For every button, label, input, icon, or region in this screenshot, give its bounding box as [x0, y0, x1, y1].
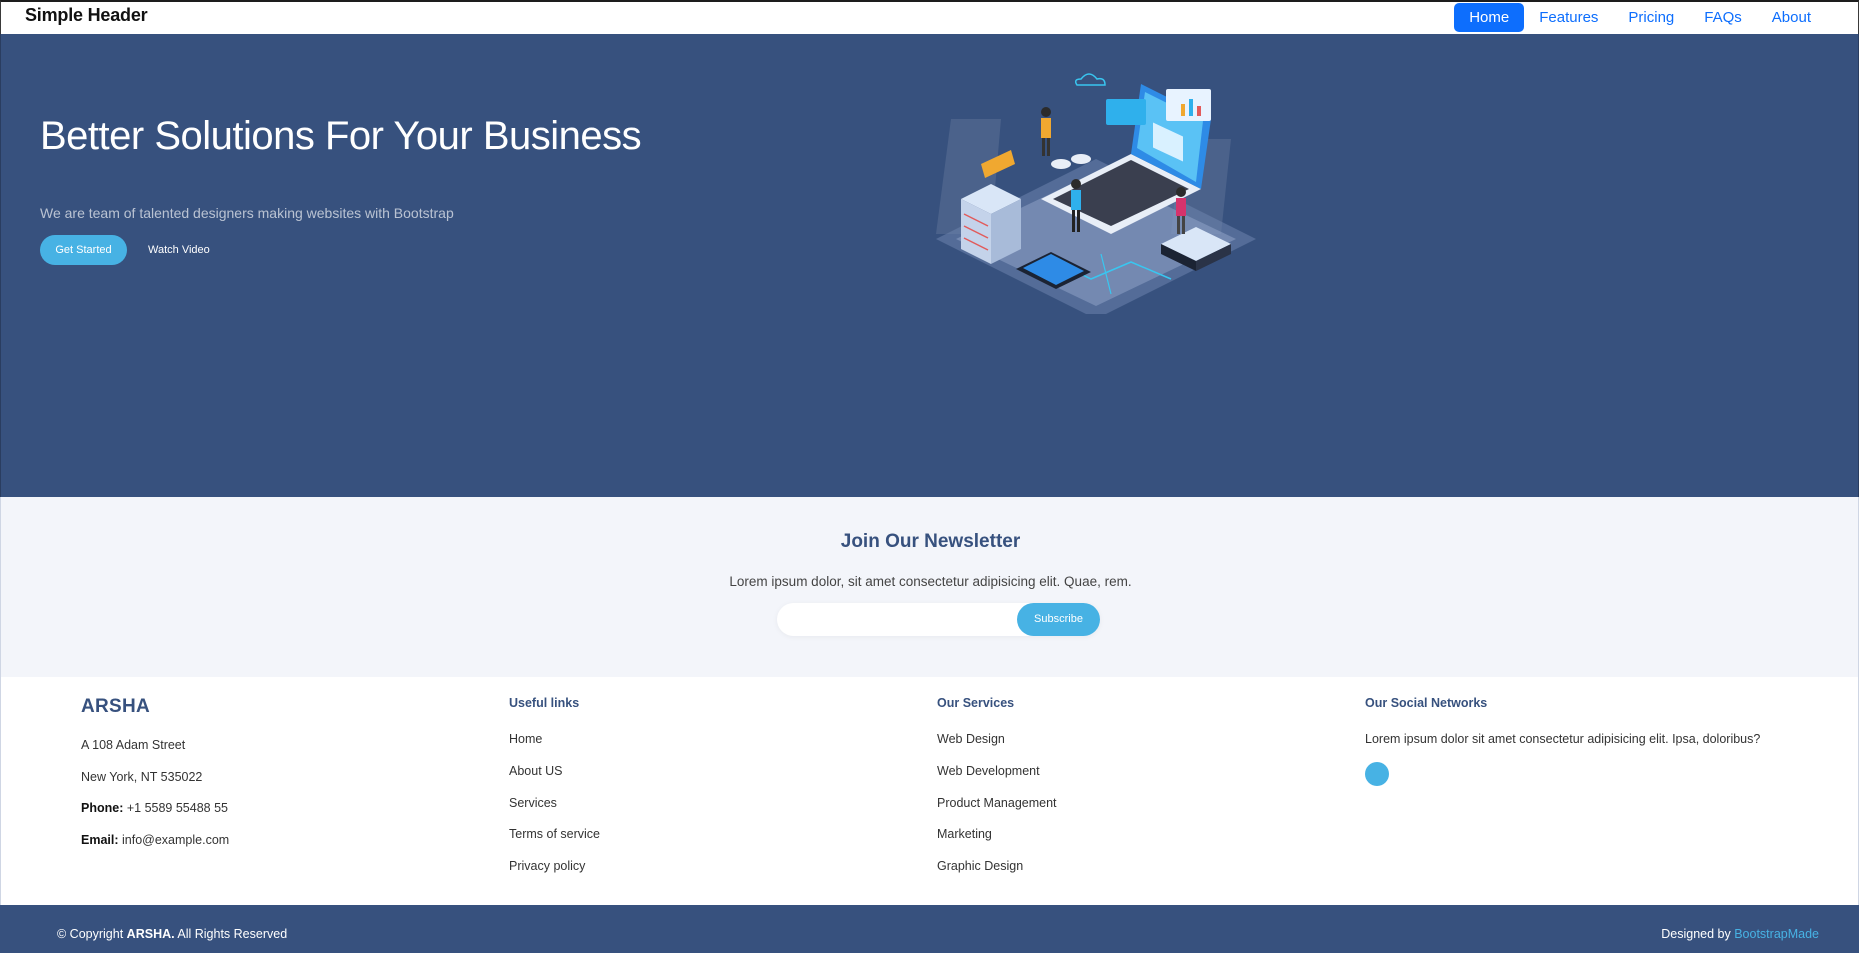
footer-link-home[interactable]: Home: [509, 732, 542, 746]
site-header: Simple Header Home Features Pricing FAQs…: [0, 0, 1859, 34]
main-nav: Home Features Pricing FAQs About: [1454, 3, 1826, 32]
coin-stack: [1071, 154, 1091, 164]
newsletter-section: Join Our Newsletter Lorem ipsum dolor, s…: [0, 497, 1859, 677]
watch-video-button[interactable]: Watch Video: [148, 235, 210, 265]
useful-links-title: Useful links: [509, 696, 580, 710]
hero-illustration: [936, 73, 1256, 314]
copyright: © Copyright ARSHA. All Rights Reserved: [57, 927, 287, 941]
nav-features[interactable]: Features: [1524, 3, 1613, 32]
newsletter-title: Join Our Newsletter: [840, 531, 1021, 552]
service-link-product-management[interactable]: Product Management: [937, 796, 1057, 810]
server-rack: [961, 184, 1021, 264]
email-label: Email:: [81, 833, 119, 847]
footer-link-privacy[interactable]: Privacy policy: [509, 859, 585, 873]
designer-link[interactable]: BootstrapMade: [1734, 927, 1819, 941]
phone-value: +1 5589 55488 55: [126, 801, 228, 815]
chart-bar: [1181, 104, 1185, 116]
hero-subtitle: We are team of talented designers making…: [40, 205, 454, 221]
chart-bar: [1189, 99, 1193, 116]
footer-link-services[interactable]: Services: [509, 796, 557, 810]
service-link-web-development[interactable]: Web Development: [937, 764, 1040, 778]
service-link-web-design[interactable]: Web Design: [937, 732, 1005, 746]
newsletter-text: Lorem ipsum dolor, sit amet consectetur …: [729, 574, 1132, 589]
social-text: Lorem ipsum dolor sit amet consectetur a…: [1365, 732, 1761, 746]
copyright-brand: ARSHA.: [126, 927, 175, 941]
footer-link-about-us[interactable]: About US: [509, 764, 563, 778]
footer-phone: Phone: +1 5589 55488 55: [81, 801, 228, 815]
site-brand[interactable]: Simple Header: [25, 5, 148, 26]
nav-home[interactable]: Home: [1454, 3, 1525, 32]
get-started-button[interactable]: Get Started: [40, 235, 127, 265]
nav-faqs[interactable]: FAQs: [1689, 3, 1757, 32]
cloud-icon: [1074, 73, 1106, 86]
nav-about[interactable]: About: [1757, 3, 1826, 32]
footer-link-terms[interactable]: Terms of service: [509, 827, 600, 841]
footer-address-line-2: New York, NT 535022: [81, 770, 203, 784]
social-title: Our Social Networks: [1365, 696, 1488, 710]
hero-title: Better Solutions For Your Business: [40, 114, 642, 158]
footer-top: ARSHA A 108 Adam Street New York, NT 535…: [0, 677, 1859, 905]
footer-email: Email: info@example.com: [81, 833, 229, 847]
copyright-prefix: © Copyright: [57, 927, 124, 941]
phone-label: Phone:: [81, 801, 124, 815]
social-link-icon[interactable]: [1365, 762, 1389, 786]
services-title: Our Services: [937, 696, 1015, 710]
footer-brand: ARSHA: [81, 696, 151, 717]
footer-address-line-1: A 108 Adam Street: [81, 738, 186, 752]
newsletter-form: Subscribe: [777, 603, 1100, 636]
newsletter-email-input[interactable]: [777, 603, 1017, 636]
floating-chart-screen: [1166, 89, 1211, 121]
nav-pricing[interactable]: Pricing: [1613, 3, 1689, 32]
designed-by-label: Designed by: [1661, 927, 1731, 941]
coin-stack: [1051, 159, 1071, 169]
subscribe-button[interactable]: Subscribe: [1017, 603, 1100, 636]
footer-bottom: © Copyright ARSHA. All Rights Reserved D…: [0, 905, 1859, 953]
service-link-graphic-design[interactable]: Graphic Design: [937, 859, 1023, 873]
person-figure: [1041, 107, 1051, 156]
chart-bar: [1197, 106, 1201, 116]
hero-section: Better Solutions For Your Business We ar…: [0, 34, 1859, 497]
copyright-suffix: All Rights Reserved: [177, 927, 288, 941]
credits: Designed by BootstrapMade: [1661, 927, 1819, 941]
email-value: info@example.com: [122, 833, 230, 847]
floating-screen: [1106, 99, 1146, 125]
service-link-marketing[interactable]: Marketing: [937, 827, 992, 841]
